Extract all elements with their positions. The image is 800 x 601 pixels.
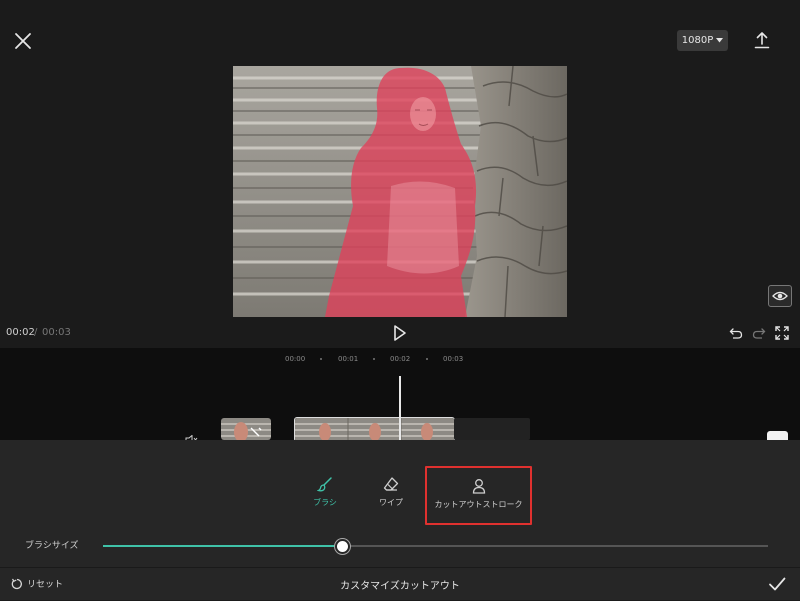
clip-thumbnail xyxy=(221,418,271,440)
brush-size-slider-fill xyxy=(103,545,343,547)
confirm-button[interactable] xyxy=(768,576,786,592)
empty-track-segment xyxy=(454,418,530,440)
play-icon xyxy=(394,325,406,341)
playhead[interactable] xyxy=(399,376,401,440)
timeline-tick: 00:01 xyxy=(338,355,359,363)
brush-icon xyxy=(316,477,332,492)
timeline-tick-dot xyxy=(320,358,322,360)
total-time: 00:03 xyxy=(42,327,71,338)
eye-icon xyxy=(772,291,788,301)
brush-tool-label: ブラシ xyxy=(313,498,337,507)
preview-toggle-button[interactable] xyxy=(768,285,792,307)
resolution-dropdown[interactable]: 1080P xyxy=(677,30,728,51)
timeline-tick: 00:03 xyxy=(443,355,464,363)
cutout-stroke-tool-label: カットアウトストローク xyxy=(434,500,523,509)
panel-title: カスタマイズカットアウト xyxy=(340,581,460,592)
close-button[interactable] xyxy=(12,30,34,52)
timeline[interactable]: 00:00 00:01 00:02 00:03 xyxy=(0,348,800,446)
preview-image xyxy=(233,66,567,317)
wipe-tool-label: ワイプ xyxy=(379,498,403,507)
timeline-tick: 00:00 xyxy=(285,355,306,363)
mute-audio-button[interactable] xyxy=(185,430,199,446)
timeline-tick-dot xyxy=(373,358,375,360)
fullscreen-button[interactable] xyxy=(775,325,789,340)
caret-down-icon xyxy=(716,38,724,43)
current-time: 00:02 xyxy=(6,327,35,338)
footer-bar: リセット カスタマイズカットアウト xyxy=(0,567,800,601)
cover-clip[interactable] xyxy=(221,418,271,440)
add-clip-button[interactable] xyxy=(767,431,788,440)
redo-icon xyxy=(752,328,766,339)
checkmark-icon xyxy=(769,577,786,591)
play-button[interactable] xyxy=(392,324,408,342)
video-preview[interactable] xyxy=(233,66,567,317)
redo-button[interactable] xyxy=(752,325,766,339)
wipe-tool-button[interactable]: ワイプ xyxy=(374,476,408,508)
brush-size-slider-thumb[interactable] xyxy=(334,539,350,554)
video-clip[interactable] xyxy=(294,417,455,442)
time-separator: / xyxy=(34,327,38,338)
person-outline-icon xyxy=(472,479,485,494)
close-icon xyxy=(15,33,31,49)
undo-button[interactable] xyxy=(729,325,743,339)
timeline-tick-dot xyxy=(426,358,428,360)
brush-size-label: ブラシサイズ xyxy=(25,541,79,551)
brush-tool-button[interactable]: ブラシ xyxy=(308,476,342,508)
timeline-tick: 00:02 xyxy=(390,355,411,363)
resolution-label: 1080P xyxy=(681,35,714,46)
fullscreen-icon xyxy=(775,326,789,340)
cutout-stroke-tool-button[interactable]: カットアウトストローク xyxy=(425,466,532,525)
clip-thumbnail-strip xyxy=(295,418,454,441)
undo-icon xyxy=(729,328,743,339)
export-button[interactable] xyxy=(751,29,773,51)
eraser-icon xyxy=(383,477,399,491)
export-icon xyxy=(754,32,770,49)
